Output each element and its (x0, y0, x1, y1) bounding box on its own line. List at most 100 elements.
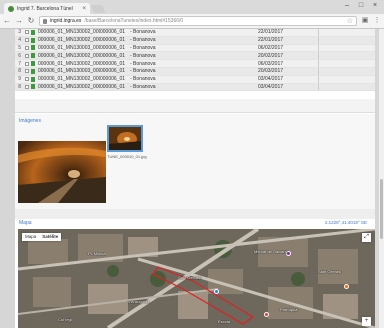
map-type-toggle: Mapa Satélite (22, 233, 62, 241)
row-checkbox[interactable] (25, 45, 29, 50)
grid-footer (15, 99, 375, 113)
file-date: 06/02/2017 (258, 44, 284, 51)
map-type-satellite-button[interactable]: Satélite (39, 233, 61, 241)
row-number: 6 (18, 52, 21, 59)
extension-icon[interactable]: ▣ (361, 17, 369, 25)
url-path: /base/BarcelonaTuneles/index.html#15366/… (84, 18, 184, 24)
row-checkbox[interactable] (25, 69, 29, 74)
table-row[interactable]: 8 000006_01_MN130003_0005 000006_01 - Bonan… (15, 67, 375, 76)
section-divider (15, 209, 375, 219)
satellite-map[interactable]: Mercat de Galvany Pl. Molina Sant Gervas… (18, 229, 375, 328)
file-name: 000006_01_MN130002_0002 (38, 37, 100, 44)
row-checkbox[interactable] (25, 38, 29, 43)
map-header: Mapa 2.1228°,41.4019° SE (15, 219, 375, 227)
file-group: 000006_01 (100, 83, 126, 90)
file-date: 22/01/2017 (258, 29, 284, 36)
row-checkbox[interactable] (25, 77, 29, 82)
row-checkbox[interactable] (25, 30, 29, 35)
tunnel-photo[interactable] (18, 141, 106, 203)
bookmark-star-icon[interactable]: ☆ (347, 17, 353, 25)
table-row[interactable]: 9 000006_01_MN130002_0006 000006_01 - Bonan… (15, 75, 375, 84)
file-icon (31, 68, 35, 74)
file-name: 000006_01_MN130002_0003 (38, 52, 100, 59)
file-icon (31, 76, 35, 82)
browser-tab[interactable]: Ingrid 7. Barcelona Túnel × (4, 3, 90, 14)
images-panel: Imágenes TUNE_000010_01.jpg (15, 114, 375, 209)
map-label: Via Augusta (128, 299, 150, 304)
map-marker-icon[interactable] (344, 284, 349, 289)
file-location: - Bonanova (130, 68, 156, 75)
fullscreen-icon[interactable]: ⤢ (362, 233, 371, 242)
row-end (318, 67, 375, 75)
file-location: - Bonanova (130, 37, 156, 44)
window-controls: – □ × (340, 1, 382, 11)
table-row[interactable]: 5 000006_01_MN130003_0001 000006_01 - Bonan… (15, 44, 375, 53)
table-row[interactable]: 6 000006_01_MN130002_0003 000006_01 - Bonan… (15, 52, 375, 61)
map-label: Col·legi (58, 317, 72, 322)
map-type-map-button[interactable]: Mapa (22, 233, 39, 241)
file-date: 03/04/2017 (258, 83, 284, 90)
scrollbar-thumb[interactable] (380, 179, 383, 239)
page-viewport: 3 000006_01_MN130002_0001 000006_01- Bonan… (0, 29, 384, 328)
menu-icon[interactable]: ⋮ (373, 17, 381, 25)
map-label: Sant Gervasi (318, 269, 342, 274)
row-checkbox[interactable] (25, 84, 29, 89)
map-marker-icon[interactable] (214, 289, 219, 294)
browser-titlebar: Ingrid 7. Barcelona Túnel × – □ × (0, 0, 384, 14)
reload-icon[interactable]: ↻ (27, 17, 35, 25)
row-end (318, 60, 375, 67)
page-scrollbar[interactable] (379, 29, 384, 328)
table-row[interactable]: 7 000006_01_MN130002_0004 000006_01 - Bonan… (15, 60, 375, 68)
row-end (318, 52, 375, 60)
row-number: 5 (18, 44, 21, 51)
page-info-icon[interactable] (43, 18, 47, 24)
maximize-button[interactable]: □ (354, 1, 368, 11)
file-icon (31, 61, 35, 67)
row-checkbox[interactable] (25, 61, 29, 66)
back-arrow-icon[interactable]: ← (3, 17, 11, 25)
file-group: 000006_01 (100, 29, 126, 36)
file-name: 000006_01_MN130002_0001 (38, 29, 100, 36)
file-icon (31, 29, 35, 35)
row-end (318, 44, 375, 52)
map-title: Mapa (19, 220, 32, 226)
row-end (318, 83, 375, 91)
row-number: 7 (18, 60, 21, 67)
close-window-button[interactable]: × (368, 1, 382, 11)
new-tab-button[interactable] (90, 5, 106, 13)
file-group: 000006_01 (100, 37, 126, 44)
file-group: 000006_01 (100, 44, 126, 51)
minimize-button[interactable]: – (340, 1, 354, 11)
address-bar[interactable]: ingrid.ingra.es /base/BarcelonaTuneles/i… (39, 16, 357, 26)
row-end (318, 29, 375, 36)
thumbnail-caption: TUNE_000010_01.jpg (107, 154, 147, 159)
browser-toolbar: ← → ↻ ingrid.ingra.es /base/BarcelonaTun… (0, 14, 384, 29)
image-thumbnail[interactable]: TUNE_000010_01.jpg (107, 125, 147, 165)
file-group: 000006_01 (100, 68, 126, 75)
row-number: 3 (18, 29, 21, 36)
url-host: ingrid.ingra.es (50, 18, 82, 24)
page-content: 3 000006_01_MN130002_0001 000006_01- Bonan… (15, 29, 375, 328)
file-group: 000006_01 (100, 60, 126, 67)
file-location: - Bonanova (130, 44, 156, 51)
file-date: 20/03/2017 (258, 68, 284, 75)
table-row[interactable]: 4 000006_01_MN130002_0002 000006_01 - Bonan… (15, 36, 375, 45)
row-number: 4 (18, 37, 21, 44)
file-name: 000006_01_MN130003_0001 (38, 44, 100, 51)
row-number: 9 (18, 76, 21, 83)
map-label: Pl. Molina (88, 251, 106, 256)
site-favicon-icon (8, 5, 14, 12)
file-location: - Bonanova (130, 76, 156, 83)
tab-close-icon[interactable]: × (82, 6, 86, 12)
forward-arrow-icon[interactable]: → (15, 17, 23, 25)
map-label: Sant Gervasi (178, 275, 202, 280)
map-label: Mercat de Galvany (254, 249, 288, 254)
row-number: 8 (18, 83, 21, 90)
map-marker-icon[interactable] (264, 312, 269, 317)
file-location: - Bonanova (130, 29, 156, 36)
zoom-in-button[interactable]: + (362, 317, 371, 326)
row-number: 8 (18, 68, 21, 75)
table-row[interactable]: 3 000006_01_MN130002_0001 000006_01 - Bonan… (15, 29, 375, 37)
row-checkbox[interactable] (25, 53, 29, 58)
table-row[interactable]: 8 000006_01_MN130002_0007 000006_01 - Bonan… (15, 83, 375, 92)
